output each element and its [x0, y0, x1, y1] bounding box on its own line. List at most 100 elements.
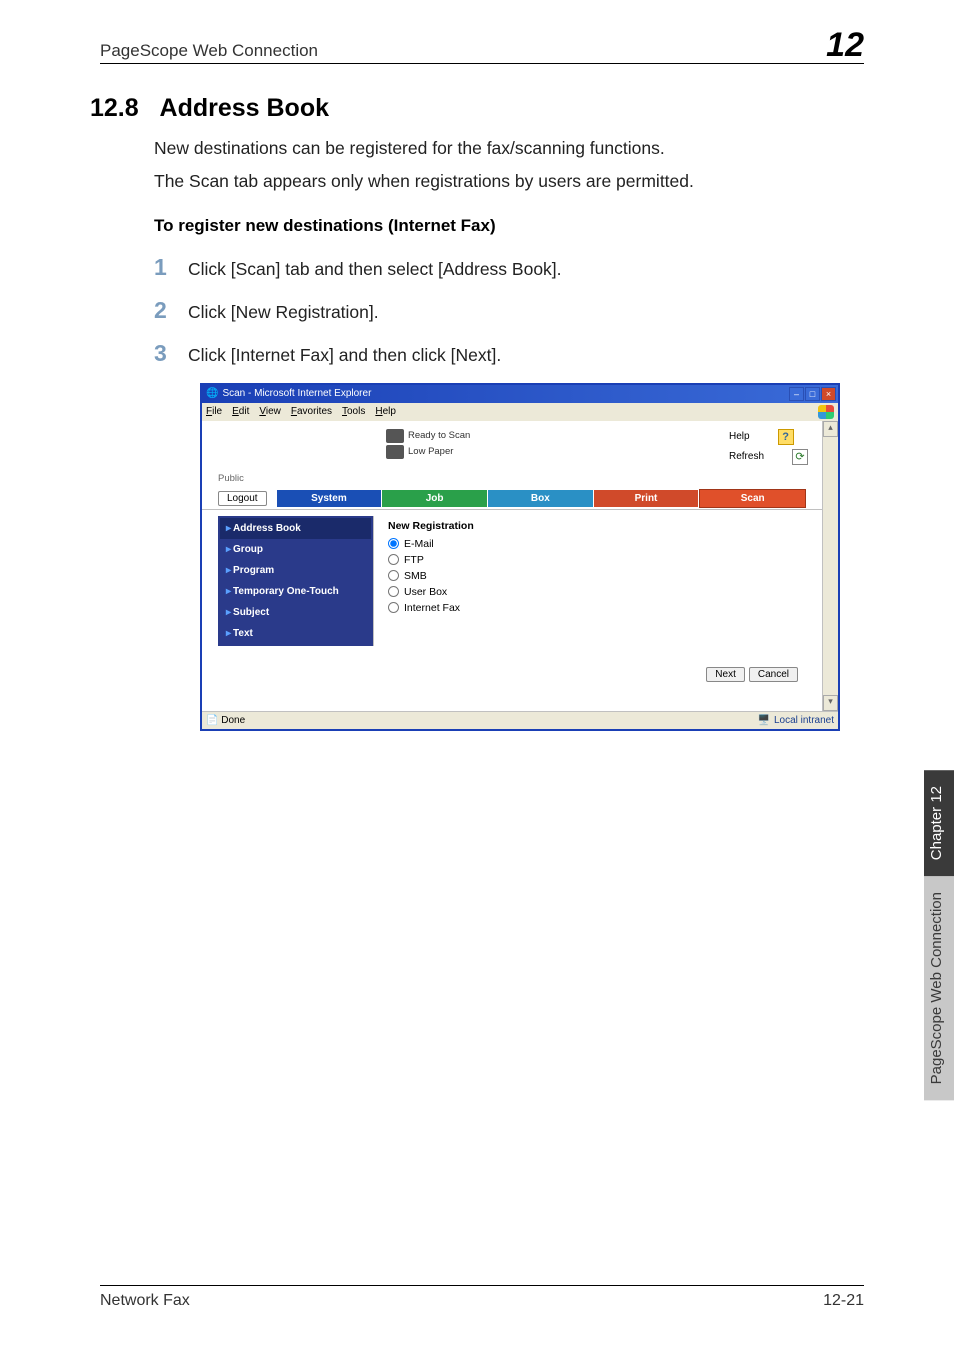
step-3: 3 Click [Internet Fax] and then click [N…: [154, 340, 864, 367]
side-tab-chapter: Chapter 12: [924, 770, 954, 876]
radio-internetfax-input[interactable]: [388, 602, 399, 613]
status-done: Done: [221, 715, 245, 726]
menu-edit[interactable]: Edit: [232, 406, 249, 417]
radio-userbox-label: User Box: [404, 586, 447, 598]
scrollbar[interactable]: ▴ ▾: [822, 421, 838, 711]
tab-job[interactable]: Job: [382, 490, 488, 507]
menu-help[interactable]: Help: [375, 406, 396, 417]
scroll-up-button[interactable]: ▴: [823, 421, 838, 437]
maximize-button[interactable]: □: [805, 387, 820, 401]
caret-icon: ▸: [226, 628, 231, 639]
step-1-number: 1: [154, 254, 188, 281]
sidebar-item-group[interactable]: ▸Group: [220, 539, 371, 560]
scroll-down-button[interactable]: ▾: [823, 695, 838, 711]
caret-icon: ▸: [226, 565, 231, 576]
radio-userbox-input[interactable]: [388, 586, 399, 597]
paragraph-1: New destinations can be registered for t…: [154, 137, 864, 161]
intranet-icon: 🖥️: [758, 715, 770, 726]
cancel-button[interactable]: Cancel: [749, 667, 798, 682]
sidebar-item-label: Text: [233, 628, 253, 639]
sidebar-item-label: Program: [233, 565, 274, 576]
logout-button[interactable]: Logout: [218, 491, 267, 506]
sidebar-item-temporary[interactable]: ▸Temporary One-Touch: [220, 581, 371, 602]
windows-logo-icon: [818, 405, 834, 419]
page-footer: Network Fax 12-21: [100, 1285, 864, 1310]
caret-icon: ▸: [226, 607, 231, 618]
radio-email-label: E-Mail: [404, 538, 434, 550]
caret-icon: ▸: [226, 523, 231, 534]
footer-left: Network Fax: [100, 1292, 190, 1310]
minimize-button[interactable]: –: [789, 387, 804, 401]
sidebar-item-text[interactable]: ▸Text: [220, 623, 371, 644]
menu-file[interactable]: File: [206, 406, 222, 417]
browser-window: 🌐 Scan - Microsoft Internet Explorer – □…: [200, 383, 840, 731]
public-label: Public: [218, 473, 822, 484]
close-button[interactable]: ×: [821, 387, 836, 401]
scrollbar-track[interactable]: [823, 437, 838, 695]
side-tab-section: PageScope Web Connection: [924, 876, 954, 1100]
section-title-text: Address Book: [160, 94, 329, 122]
radio-smb[interactable]: SMB: [388, 568, 806, 584]
radio-ftp-label: FTP: [404, 554, 424, 566]
refresh-link[interactable]: Refresh: [729, 451, 764, 462]
page-icon: 📄: [206, 715, 218, 726]
radio-smb-input[interactable]: [388, 570, 399, 581]
menu-tools[interactable]: Tools: [342, 406, 365, 417]
radio-userbox[interactable]: User Box: [388, 584, 806, 600]
radio-ftp[interactable]: FTP: [388, 552, 806, 568]
radio-email-input[interactable]: [388, 538, 399, 549]
tab-print[interactable]: Print: [594, 490, 700, 507]
page-header: PageScope Web Connection 12: [100, 30, 864, 64]
tab-box[interactable]: Box: [488, 490, 594, 507]
sidebar-item-program[interactable]: ▸Program: [220, 560, 371, 581]
side-tab: Chapter 12 PageScope Web Connection: [924, 770, 954, 1101]
step-2-text: Click [New Registration].: [188, 302, 379, 323]
sidebar-item-label: Temporary One-Touch: [233, 586, 339, 597]
step-1: 1 Click [Scan] tab and then select [Addr…: [154, 254, 864, 281]
printer-icon: [386, 429, 404, 443]
window-menubar: File Edit View Favorites Tools Help: [202, 403, 838, 421]
form-new-registration: New Registration E-Mail FTP SMB User Box…: [373, 516, 806, 646]
printer-status-line1: Ready to Scan: [408, 430, 470, 441]
step-2-number: 2: [154, 297, 188, 324]
help-icon[interactable]: ?: [778, 429, 794, 445]
sidebar-item-label: Group: [233, 544, 263, 555]
paper-icon: [386, 445, 404, 459]
step-3-number: 3: [154, 340, 188, 367]
sidebar-item-address-book[interactable]: ▸Address Book: [220, 518, 371, 539]
help-link[interactable]: Help: [729, 431, 750, 442]
section-number: 12.8: [90, 94, 139, 122]
radio-internetfax-label: Internet Fax: [404, 602, 460, 614]
sidebar: ▸Address Book ▸Group ▸Program ▸Temporary…: [218, 516, 373, 646]
sidebar-item-label: Address Book: [233, 523, 301, 534]
menu-favorites[interactable]: Favorites: [291, 406, 332, 417]
sidebar-item-subject[interactable]: ▸Subject: [220, 602, 371, 623]
radio-internetfax[interactable]: Internet Fax: [388, 600, 806, 616]
header-chapter-number: 12: [826, 30, 864, 61]
radio-email[interactable]: E-Mail: [388, 536, 806, 552]
paragraph-2: The Scan tab appears only when registrat…: [154, 170, 864, 194]
sidebar-item-label: Subject: [233, 607, 269, 618]
window-titlebar: 🌐 Scan - Microsoft Internet Explorer – □…: [202, 385, 838, 403]
radio-ftp-input[interactable]: [388, 554, 399, 565]
window-title: Scan - Microsoft Internet Explorer: [222, 388, 371, 399]
form-title: New Registration: [388, 520, 806, 532]
tab-scan[interactable]: Scan: [699, 489, 806, 508]
step-2: 2 Click [New Registration].: [154, 297, 864, 324]
header-title: PageScope Web Connection: [100, 41, 318, 61]
next-button[interactable]: Next: [706, 667, 745, 682]
section-heading: 12.8 Address Book: [90, 94, 864, 123]
menu-view[interactable]: View: [259, 406, 281, 417]
caret-icon: ▸: [226, 544, 231, 555]
tab-system[interactable]: System: [277, 490, 383, 507]
statusbar: 📄 Done 🖥️ Local intranet: [202, 711, 838, 729]
ie-icon: 🌐: [206, 388, 218, 399]
footer-right: 12-21: [823, 1292, 864, 1310]
radio-smb-label: SMB: [404, 570, 427, 582]
step-1-text: Click [Scan] tab and then select [Addres…: [188, 259, 562, 280]
refresh-icon[interactable]: ⟳: [792, 449, 808, 465]
status-zone: Local intranet: [774, 715, 834, 726]
step-3-text: Click [Internet Fax] and then click [Nex…: [188, 345, 501, 366]
sub-heading: To register new destinations (Internet F…: [154, 216, 864, 236]
caret-icon: ▸: [226, 586, 231, 597]
